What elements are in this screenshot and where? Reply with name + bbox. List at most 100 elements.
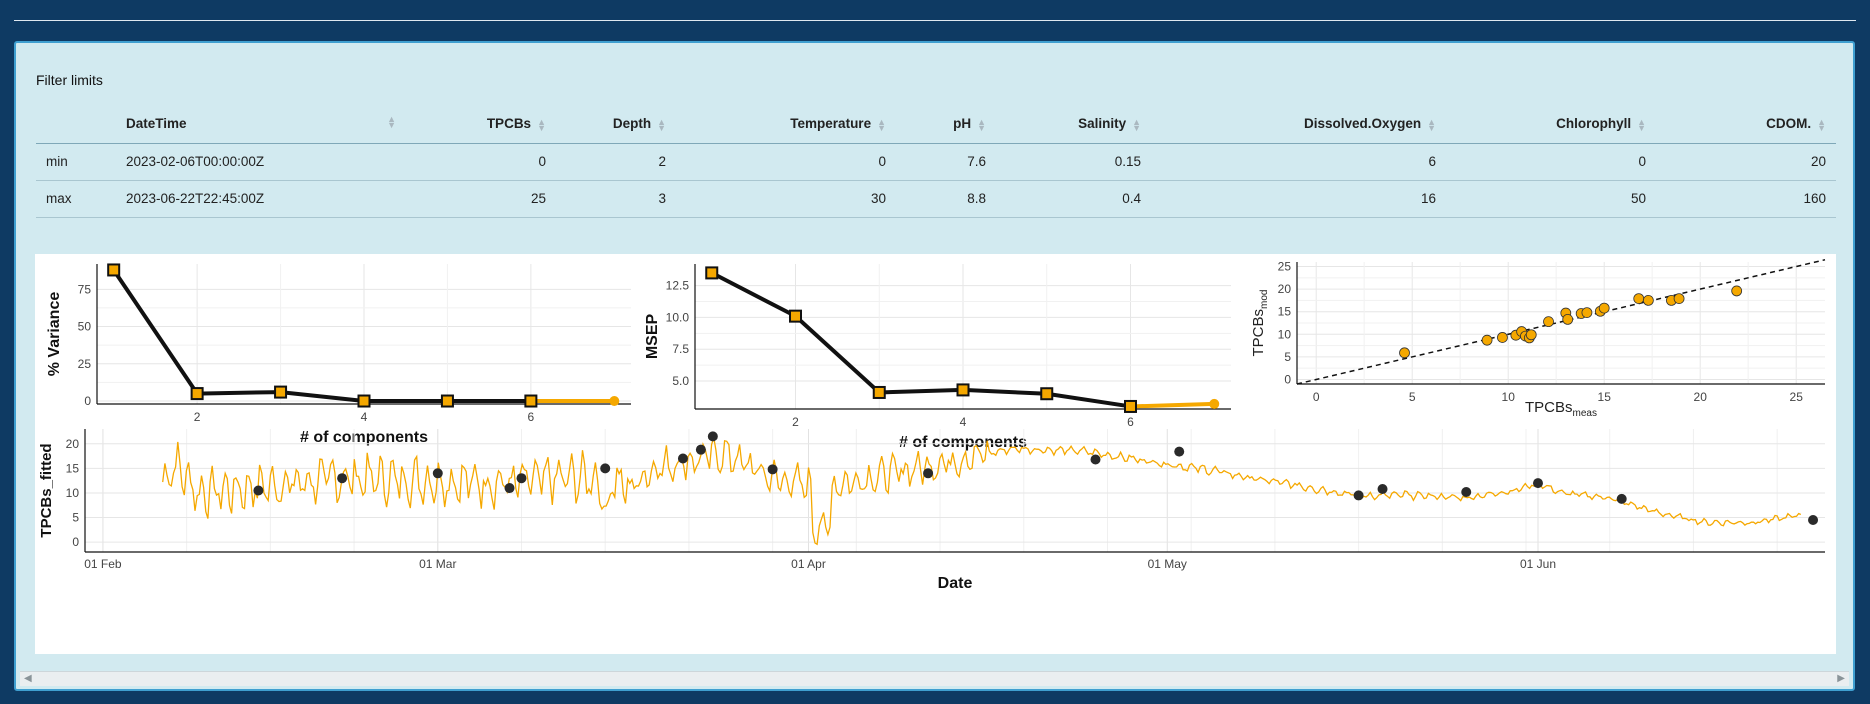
filter-limits-table: DateTime ▲ ▼ TPCBs ▲ ▼ Depth ▲ ▼ Temperature ▲ ▼… — [36, 105, 1836, 218]
y-tick-label: 25 — [1278, 260, 1292, 274]
fitted-series-line — [162, 437, 1802, 546]
cell: min — [36, 143, 116, 181]
y-axis-title-sub: mod — [1259, 290, 1270, 309]
observation-point — [1377, 484, 1388, 495]
col-header-rowname — [36, 105, 116, 144]
observation-point — [1532, 478, 1543, 489]
x-tick-label: 10 — [1502, 390, 1516, 404]
observation-point — [1616, 493, 1627, 504]
observation-point — [1353, 490, 1364, 501]
x-tick-label: 2 — [194, 410, 201, 424]
col-header-salinity[interactable]: Salinity ▲ ▼ — [996, 105, 1151, 144]
y-tick-label: 5 — [1284, 350, 1291, 364]
observation-point — [677, 453, 688, 464]
sort-icon[interactable]: ▲ ▼ — [877, 117, 886, 132]
sort-icon[interactable]: ▲ ▼ — [1817, 117, 1826, 132]
data-point — [1543, 316, 1554, 328]
col-header-datetime[interactable]: DateTime ▲ ▼ — [116, 105, 406, 144]
cell: 0 — [676, 143, 896, 181]
y-axis-title: TPCBs_fitted — [38, 443, 55, 537]
filter-limits-title: Filter limits — [36, 72, 103, 88]
y-tick-label: 20 — [66, 437, 80, 451]
y-tick-label: 10 — [1278, 327, 1292, 341]
cell: max — [36, 180, 116, 218]
main-panel: Filter limits DateTime ▲ ▼ TPCBs ▲ ▼ Depth ▲ ▼… — [14, 41, 1855, 691]
scroll-left-icon[interactable]: ◀ — [24, 673, 32, 684]
observation-point — [504, 483, 515, 494]
cell: 8.8 — [896, 180, 996, 218]
data-point — [1562, 313, 1574, 325]
cell: 0 — [406, 143, 556, 181]
plots-svg: 2 4 60255075# of components% Variance2 4 65.… — [38, 259, 1826, 592]
identity-line — [1296, 259, 1826, 385]
x-axis-title: # of components — [899, 434, 1027, 451]
observation-point — [337, 473, 348, 484]
y-tick-label: 15 — [66, 461, 80, 475]
x-tick-label: 25 — [1790, 390, 1804, 404]
data-point — [1673, 293, 1685, 304]
col-header-dissolved-oxygen[interactable]: Dissolved.Oxygen ▲ ▼ — [1151, 105, 1446, 144]
sort-icon[interactable]: ▲ ▼ — [1637, 117, 1646, 132]
col-header-tpcbs[interactable]: TPCBs ▲ ▼ — [406, 105, 556, 144]
col-header-cdom[interactable]: CDOM. ▲ ▼ — [1656, 105, 1836, 144]
x-tick-label: 6 — [528, 410, 535, 424]
cell: 7.6 — [896, 143, 996, 181]
observation-point — [707, 431, 718, 442]
y-tick-label: 12.5 — [666, 279, 690, 293]
y-axis-title: MSEP — [644, 314, 661, 360]
y-tick-label: 7.5 — [672, 342, 689, 356]
table-header-row: DateTime ▲ ▼ TPCBs ▲ ▼ Depth ▲ ▼ Temperature ▲ ▼… — [36, 105, 1836, 144]
data-point — [1731, 285, 1743, 297]
horizontal-scrollbar[interactable]: ◀ ▶ — [20, 671, 1849, 686]
series-line — [710, 271, 1131, 409]
col-header-ph[interactable]: pH ▲ ▼ — [896, 105, 996, 144]
x-axis-title-sub: meas — [1573, 408, 1597, 419]
cell: 0 — [1446, 143, 1656, 181]
cell: 2 — [556, 143, 676, 181]
x-tick-label: 6 — [1127, 415, 1134, 429]
x-tick-label: 2 — [792, 415, 799, 429]
col-header-depth[interactable]: Depth ▲ ▼ — [556, 105, 676, 144]
data-point — [1633, 293, 1645, 304]
y-tick-label: 50 — [78, 320, 92, 334]
observation-point — [1090, 454, 1101, 465]
x-tick-label: 01 Apr — [791, 557, 826, 571]
sort-icon[interactable]: ▲ ▼ — [1132, 117, 1141, 132]
data-point — [1581, 307, 1593, 319]
col-header-chlorophyll[interactable]: Chlorophyll ▲ ▼ — [1446, 105, 1656, 144]
sort-icon[interactable]: ▲ ▼ — [1427, 117, 1436, 132]
col-header-temperature[interactable]: Temperature ▲ ▼ — [676, 105, 896, 144]
y-tick-label: 75 — [78, 282, 92, 296]
data-point — [1124, 399, 1137, 413]
sort-icon[interactable]: ▲ ▼ — [977, 117, 986, 132]
cell: 0.4 — [996, 180, 1151, 218]
sort-icon[interactable]: ▲ ▼ — [387, 115, 396, 130]
observation-point — [767, 464, 778, 475]
y-tick-label: 15 — [1278, 305, 1292, 319]
scroll-right-icon[interactable]: ▶ — [1837, 673, 1845, 684]
observation-point — [253, 485, 264, 496]
x-tick-label: 01 May — [1148, 557, 1187, 571]
observation-point — [516, 473, 527, 484]
sort-icon[interactable]: ▲ ▼ — [657, 117, 666, 132]
data-point — [274, 385, 288, 399]
observation-point — [432, 468, 443, 479]
observation-point — [1461, 486, 1472, 497]
table-row: max 2023-06-22T22:45:00Z 25 3 30 8.8 0.4… — [36, 180, 1836, 218]
y-axis-title: TPCBsmod — [1250, 290, 1270, 357]
data-point — [1040, 387, 1054, 401]
observation-point — [1174, 446, 1185, 457]
x-tick-label: 01 Jun — [1520, 557, 1556, 571]
x-tick-label: 4 — [361, 410, 368, 424]
data-point — [107, 263, 121, 277]
y-tick-label: 25 — [78, 357, 92, 371]
data-point — [1598, 302, 1610, 314]
extrapolated-line — [1130, 401, 1215, 409]
x-tick-label: 15 — [1598, 390, 1612, 404]
x-tick-label: 20 — [1694, 390, 1708, 404]
cell: 2023-06-22T22:45:00Z — [116, 180, 406, 218]
sort-icon[interactable]: ▲ ▼ — [537, 117, 546, 132]
y-tick-label: 10 — [66, 486, 80, 500]
extrapolated-point — [609, 396, 620, 407]
data-point — [1497, 332, 1508, 343]
